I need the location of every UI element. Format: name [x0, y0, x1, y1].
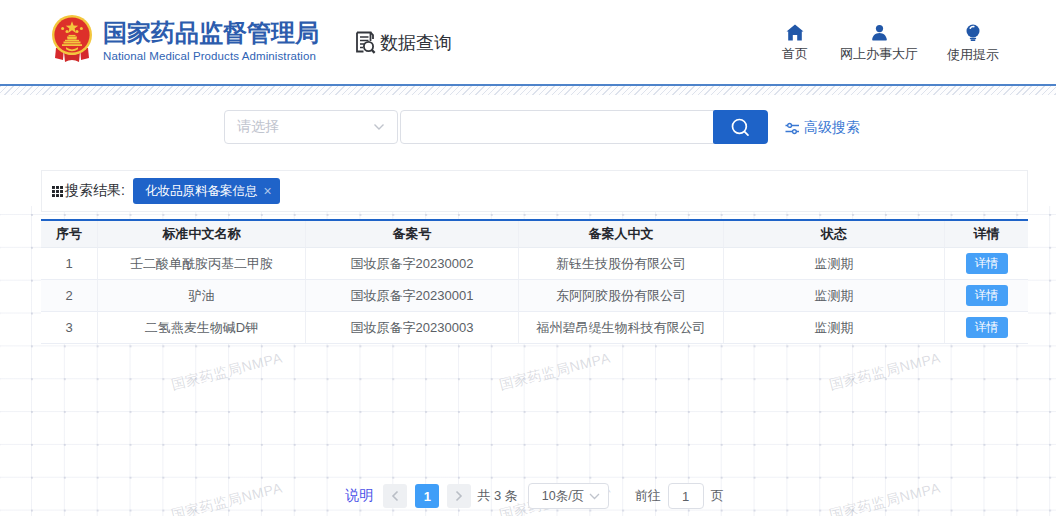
nav-home[interactable]: 首页	[782, 24, 808, 63]
cell-name: 驴油	[98, 280, 306, 312]
cell-reg-no: 国妆原备字20230003	[306, 312, 519, 344]
detail-button[interactable]: 详情	[966, 285, 1008, 306]
nav-usage-tips-label: 使用提示	[947, 46, 999, 64]
goto-suffix-label: 页	[711, 487, 724, 505]
col-header-reg-no: 备案号	[306, 221, 519, 248]
nav-service-hall[interactable]: 网上办事大厅	[840, 24, 918, 63]
cell-name: 壬二酸单酰胺丙基二甲胺	[98, 248, 306, 280]
app-title-text: 数据查询	[380, 31, 452, 55]
col-header-status: 状态	[724, 221, 945, 248]
app-title: 数据查询	[351, 29, 452, 56]
nav-service-hall-label: 网上办事大厅	[840, 45, 918, 63]
chevron-down-icon	[589, 493, 600, 500]
nav-usage-tips[interactable]: 使用提示	[947, 24, 999, 64]
search-input[interactable]	[400, 110, 714, 144]
national-emblem-logo	[50, 14, 94, 64]
active-filter-tag-label: 化妆品原料备案信息	[145, 183, 258, 200]
filter-sliders-icon	[785, 122, 799, 135]
cell-detail: 详情	[945, 312, 1028, 344]
cell-detail: 详情	[945, 248, 1028, 280]
header-divider-hatch	[0, 86, 1056, 95]
data-query-icon	[351, 29, 378, 56]
cell-name: 二氢燕麦生物碱D钾	[98, 312, 306, 344]
advanced-search-label: 高级搜索	[804, 119, 860, 137]
next-page-button[interactable]	[447, 484, 471, 508]
col-header-detail: 详情	[945, 221, 1028, 248]
col-header-name: 标准中文名称	[98, 221, 306, 248]
cell-reg-no: 国妆原备字20230001	[306, 280, 519, 312]
header: 国家药品监督管理局 National Medical Products Admi…	[0, 0, 1056, 84]
cell-reg-no: 国妆原备字20230002	[306, 248, 519, 280]
search-button[interactable]	[713, 110, 768, 144]
cell-registrant: 新钰生技股份有限公司	[519, 248, 724, 280]
page-size-value: 10条/页	[542, 488, 589, 505]
note-link[interactable]: 说明	[345, 487, 373, 505]
org-name-zh: 国家药品监督管理局	[103, 20, 319, 46]
nav-home-label: 首页	[782, 45, 808, 63]
results-table: 序号 标准中文名称 备案号 备案人中文 状态 详情 1壬二酸单酰胺丙基二甲胺国妆…	[41, 219, 1028, 344]
goto-label: 前往	[635, 487, 661, 505]
chevron-right-icon	[455, 490, 463, 502]
table-header: 序号 标准中文名称 备案号 备案人中文 状态 详情	[41, 221, 1028, 248]
watermark-text: 国家药监局NMPA	[170, 349, 285, 394]
pagination: 说明 1 共 3 条 10条/页 前往 页	[0, 483, 1056, 509]
tag-close-icon[interactable]: ×	[263, 184, 271, 198]
chevron-left-icon	[391, 490, 399, 502]
detail-button[interactable]: 详情	[966, 253, 1008, 274]
brand-block: 国家药品监督管理局 National Medical Products Admi…	[103, 20, 319, 62]
cell-detail: 详情	[945, 280, 1028, 312]
results-label: 搜索结果:	[65, 182, 125, 200]
active-filter-tag[interactable]: 化妆品原料备案信息 ×	[133, 178, 280, 204]
page-size-select[interactable]: 10条/页	[528, 483, 609, 509]
cell-registrant: 福州碧昂缇生物科技有限公司	[519, 312, 724, 344]
table-row: 1壬二酸单酰胺丙基二甲胺国妆原备字20230002新钰生技股份有限公司监测期详情	[41, 248, 1028, 280]
page: 国家药监局NMPA国家药监局NMPA国家药监局NMPA国家药监局NMPA国家药监…	[0, 0, 1056, 516]
home-icon	[786, 24, 804, 41]
category-select[interactable]: 请选择	[224, 110, 398, 144]
user-icon	[871, 24, 888, 41]
grid-icon	[52, 186, 63, 197]
col-header-registrant: 备案人中文	[519, 221, 724, 248]
watermark-text: 国家药监局NMPA	[498, 349, 613, 394]
total-count-label: 共 3 条	[477, 487, 517, 505]
cell-index: 3	[41, 312, 98, 344]
table-row: 3二氢燕麦生物碱D钾国妆原备字20230003福州碧昂缇生物科技有限公司监测期详…	[41, 312, 1028, 344]
col-header-index: 序号	[41, 221, 98, 248]
category-select-placeholder: 请选择	[237, 118, 373, 136]
chevron-down-icon	[373, 123, 385, 131]
page-jumper: 前往 页	[635, 483, 724, 509]
detail-button[interactable]: 详情	[966, 317, 1008, 338]
advanced-search-link[interactable]: 高级搜索	[785, 119, 860, 137]
search-section: 请选择 高级搜索	[0, 95, 1056, 170]
cell-status: 监测期	[724, 248, 945, 280]
watermark-text: 国家药监局NMPA	[828, 349, 943, 394]
table-row: 2驴油国妆原备字20230001东阿阿胶股份有限公司监测期详情	[41, 280, 1028, 312]
cell-index: 1	[41, 248, 98, 280]
org-name-en: National Medical Products Administration	[103, 50, 319, 62]
prev-page-button[interactable]	[383, 484, 407, 508]
cell-index: 2	[41, 280, 98, 312]
cell-registrant: 东阿阿胶股份有限公司	[519, 280, 724, 312]
current-page-button[interactable]: 1	[415, 484, 439, 508]
search-icon	[730, 117, 751, 138]
table-body: 1壬二酸单酰胺丙基二甲胺国妆原备字20230002新钰生技股份有限公司监测期详情…	[41, 248, 1028, 344]
results-strip: 搜索结果: 化妆品原料备案信息 ×	[41, 170, 1028, 212]
cell-status: 监测期	[724, 280, 945, 312]
goto-page-input[interactable]	[668, 483, 704, 509]
cell-status: 监测期	[724, 312, 945, 344]
bulb-icon	[965, 24, 981, 42]
